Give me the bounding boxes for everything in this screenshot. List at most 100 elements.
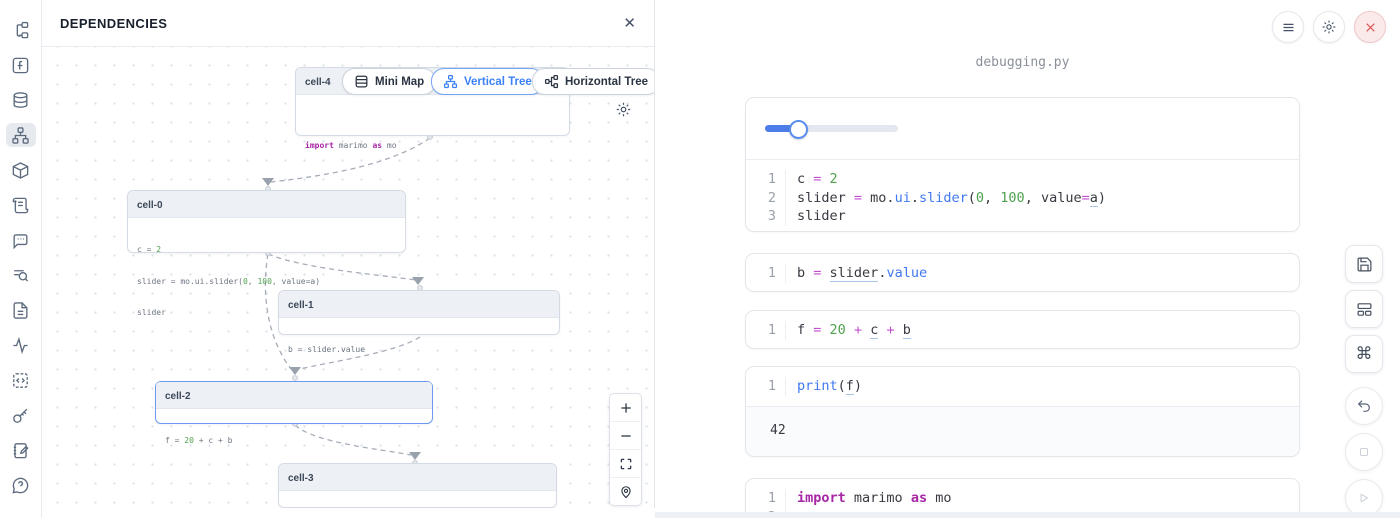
code-line: slider: [786, 207, 846, 226]
graph-settings-gear-icon[interactable]: [615, 101, 632, 118]
sidebar-item-outline-search[interactable]: [6, 263, 36, 287]
code-line: print(f): [786, 377, 862, 396]
node-code-line: import marimo as mo: [305, 136, 560, 155]
dependency-graph-canvas[interactable]: cell-4 import marimo as mo a = 20 cell-0…: [42, 47, 654, 508]
sidebar-item-file-tree[interactable]: [6, 18, 36, 42]
notebook-actions: ⌘: [1345, 245, 1382, 518]
sidebar-item-logs[interactable]: [6, 193, 36, 217]
zoom-out-icon[interactable]: [610, 422, 641, 450]
line-number: 1: [746, 377, 786, 396]
code-line: import marimo as mo: [786, 489, 951, 508]
notebook-settings-button[interactable]: [1313, 11, 1345, 43]
help-icon: [11, 476, 30, 495]
dependencies-panel: DEPENDENCIES ✕: [42, 0, 655, 508]
sidebar-item-help[interactable]: [6, 473, 36, 497]
node-title: cell-3: [288, 473, 314, 484]
node-title: cell-2: [165, 391, 191, 402]
command-palette-button[interactable]: ⌘: [1345, 335, 1383, 373]
panel-title: DEPENDENCIES: [60, 16, 167, 31]
notebook-menu-button[interactable]: [1272, 11, 1304, 43]
mini-map-button[interactable]: Mini Map: [342, 68, 436, 95]
shutdown-button[interactable]: [1354, 11, 1386, 43]
slider-widget[interactable]: [765, 125, 898, 132]
file-tree-icon: [11, 21, 30, 40]
node-code-line: c = 2: [137, 245, 396, 256]
sidebar-item-dependencies[interactable]: [6, 123, 36, 147]
scratchpad-icon: [11, 441, 30, 460]
snippet-icon: [11, 371, 30, 390]
database-icon: [11, 91, 30, 110]
sidebar-item-variables[interactable]: [6, 53, 36, 77]
sidebar-item-scratchpad[interactable]: [6, 438, 36, 462]
save-button[interactable]: [1345, 245, 1383, 283]
function-square-icon: [11, 56, 30, 75]
line-number: 1: [746, 264, 786, 283]
graph-node-cell-2[interactable]: cell-2 f = 20 + c + b: [155, 381, 433, 424]
sidebar-item-datasources[interactable]: [6, 88, 36, 112]
sidebar-item-documentation[interactable]: [6, 298, 36, 322]
activity-icon: [11, 336, 30, 355]
zoom-in-icon[interactable]: [610, 394, 641, 422]
close-panel-icon[interactable]: ✕: [623, 16, 636, 31]
node-title: cell-1: [288, 300, 314, 311]
code-line: f = 20 + c + b: [786, 321, 911, 340]
layout-icon: [1356, 301, 1373, 318]
notebook-cell-b[interactable]: 1b = slider.value: [745, 253, 1300, 292]
sidebar-item-chat[interactable]: [6, 228, 36, 252]
notebook-area: debugging.py 1c = 2 2slider = mo.ui.slid…: [655, 0, 1400, 518]
notebook-cell-slider[interactable]: 1c = 2 2slider = mo.ui.slider(0, 100, va…: [745, 97, 1300, 232]
node-code-line: b = slider.value: [288, 345, 550, 356]
horizontal-tree-icon: [544, 74, 559, 89]
gear-icon: [1321, 19, 1337, 35]
undo-button[interactable]: [1345, 387, 1383, 425]
graph-node-cell-3[interactable]: cell-3 print(f): [278, 463, 557, 508]
package-icon: [11, 161, 30, 180]
sidebar-item-secrets[interactable]: [6, 403, 36, 427]
code-editor[interactable]: 1b = slider.value: [746, 254, 1299, 292]
layout-toggle-button[interactable]: [1345, 290, 1383, 328]
top-actions: [1272, 11, 1386, 43]
code-line: slider = mo.ui.slider(0, 100, value=a): [786, 189, 1106, 208]
line-number: 1: [746, 489, 786, 508]
code-line: b = slider.value: [786, 264, 927, 283]
pin-icon[interactable]: [610, 478, 641, 505]
graph-node-cell-1[interactable]: cell-1 b = slider.value: [278, 290, 560, 335]
graph-node-cell-0[interactable]: cell-0 c = 2 slider = mo.ui.slider(0, 10…: [127, 190, 406, 253]
sidebar-item-packages[interactable]: [6, 158, 36, 182]
dependency-graph-icon: [11, 126, 30, 145]
save-icon: [1356, 256, 1373, 273]
line-number: 1: [746, 321, 786, 340]
sidebar-item-tracing[interactable]: [6, 333, 36, 357]
slider-handle[interactable]: [789, 120, 808, 139]
line-number: 3: [746, 207, 786, 226]
fit-view-icon[interactable]: [610, 450, 641, 478]
key-icon: [11, 406, 30, 425]
notebook-cell-print[interactable]: 1print(f) 42: [745, 366, 1300, 457]
stop-button[interactable]: [1345, 433, 1383, 471]
line-number: 1: [746, 170, 786, 189]
vertical-tree-button[interactable]: Vertical Tree: [431, 68, 544, 95]
mini-map-icon: [354, 74, 369, 89]
dependencies-panel-header: DEPENDENCIES ✕: [42, 0, 654, 47]
vertical-tree-icon: [443, 74, 458, 89]
code-editor[interactable]: 1f = 20 + c + b: [746, 311, 1299, 349]
cell-output: 42: [746, 406, 1299, 458]
scroll-icon: [11, 196, 30, 215]
stop-icon: [1357, 445, 1371, 459]
notebook-cell-f[interactable]: 1f = 20 + c + b: [745, 310, 1300, 349]
node-title: cell-0: [137, 200, 163, 211]
node-code-line: f = 20 + c + b: [165, 436, 423, 447]
notebook-filename[interactable]: debugging.py: [745, 55, 1300, 70]
document-icon: [11, 301, 30, 320]
horizontal-tree-button[interactable]: Horizontal Tree: [532, 68, 654, 95]
node-title: cell-4: [305, 77, 331, 88]
code-editor[interactable]: 1c = 2 2slider = mo.ui.slider(0, 100, va…: [746, 160, 1299, 232]
command-icon: ⌘: [1356, 344, 1373, 364]
marimo-app: DEPENDENCIES ✕: [0, 0, 1400, 518]
search-list-icon: [11, 266, 30, 285]
node-code-line: slider = mo.ui.slider(0, 100, value=a): [137, 277, 396, 288]
code-editor[interactable]: 1print(f): [746, 367, 1299, 406]
sidebar-item-snippets[interactable]: [6, 368, 36, 392]
run-icon: [1357, 491, 1371, 505]
graph-zoom-controls: [609, 393, 642, 506]
